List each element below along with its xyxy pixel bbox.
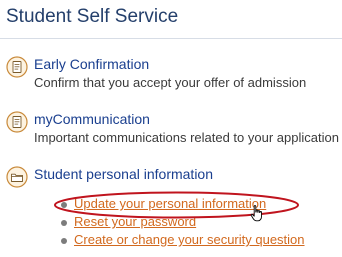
section-title-student-personal-information[interactable]: Student personal information [34,166,213,182]
security-question-link[interactable]: Create or change your security question [74,232,305,247]
update-personal-information-link[interactable]: Update your personal information [74,196,266,211]
list-item: Reset your password [60,214,305,232]
section-title-early-confirmation[interactable]: Early Confirmation [34,56,149,72]
section-description-mycommunication: Important communications related to your… [34,130,339,145]
list-item: Create or change your security question [60,232,305,250]
bullet-icon [61,202,67,208]
reset-password-link[interactable]: Reset your password [74,214,196,229]
title-divider [0,38,342,39]
section-title-mycommunication[interactable]: myCommunication [34,111,150,127]
page-title: Student Self Service [6,6,179,27]
bullet-icon [61,220,67,226]
document-icon [6,111,28,133]
section-description-early-confirmation: Confirm that you accept your offer of ad… [34,75,307,90]
personal-info-links: Update your personal information Reset y… [60,196,305,250]
folder-icon [6,166,28,188]
list-item: Update your personal information [60,196,305,214]
bullet-icon [61,238,67,244]
document-icon [6,56,28,78]
